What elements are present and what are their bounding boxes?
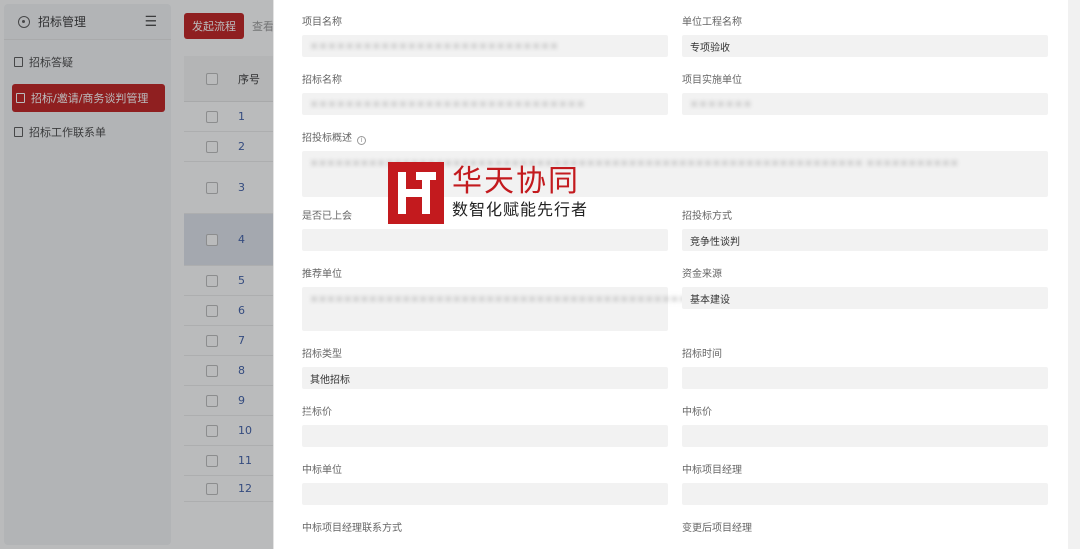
- project-name-value: ××××××××××××××××××××××××××××: [302, 35, 668, 57]
- field-label: 拦标价: [302, 407, 332, 418]
- field-winning-manager: 中标项目经理: [682, 464, 1048, 505]
- watermark: 华天协同 数智化赋能先行者: [388, 160, 608, 226]
- field-manager-contact: 中标项目经理联系方式: [302, 522, 668, 536]
- watermark-slogan: 数智化赋能先行者: [452, 200, 589, 219]
- field-bid-method: 招投标方式 竞争性谈判: [682, 210, 1048, 251]
- field-project-name: 项目名称 ××××××××××××××××××××××××××××: [302, 16, 668, 57]
- field-label: 招标时间: [682, 349, 722, 360]
- field-label: 资金来源: [682, 269, 722, 280]
- recommended-unit-value: ××××××××××××××××××××××××××××××××××××××××…: [302, 287, 704, 331]
- field-unit-project-name: 单位工程名称 专项验收: [682, 16, 1048, 57]
- info-icon[interactable]: i: [357, 136, 366, 145]
- watermark-text: 华天协同 数智化赋能先行者: [452, 165, 588, 221]
- field-fund-source: 资金来源 基本建设: [682, 268, 1048, 309]
- field-label: 中标项目经理联系方式: [302, 523, 402, 534]
- field-label: 推荐单位: [302, 269, 342, 280]
- field-changed-manager: 变更后项目经理: [682, 522, 1048, 536]
- implementing-unit-value: ×××××××: [682, 93, 1048, 115]
- field-label: 招投标概述 i: [302, 132, 1048, 146]
- winning-manager-value: [682, 483, 1048, 505]
- bid-time-value: [682, 367, 1048, 389]
- on-meeting-value: [302, 229, 668, 251]
- field-label: 中标单位: [302, 465, 342, 476]
- watermark-brand: 华天协同: [452, 164, 580, 199]
- field-label: 项目名称: [302, 17, 342, 28]
- bid-method-value: 竞争性谈判: [682, 229, 1048, 251]
- bid-name-value: ×××××××××××××××××××××××××××××××: [302, 93, 668, 115]
- winning-unit-value: [302, 483, 668, 505]
- field-label: 招标类型: [302, 349, 342, 360]
- field-bid-type: 招标类型 其他招标: [302, 348, 668, 389]
- field-label: 项目实施单位: [682, 75, 742, 86]
- field-label: 单位工程名称: [682, 17, 742, 28]
- winning-price-value: [682, 425, 1048, 447]
- bid-type-value: 其他招标: [302, 367, 668, 389]
- fund-source-value: 基本建设: [682, 287, 1048, 309]
- field-bid-name: 招标名称 ×××××××××××××××××××××××××××××××: [302, 74, 668, 115]
- field-implementing-unit: 项目实施单位 ×××××××: [682, 74, 1048, 115]
- field-label: 招标名称: [302, 75, 342, 86]
- field-label: 变更后项目经理: [682, 523, 752, 534]
- field-winning-price: 中标价: [682, 406, 1048, 447]
- ceiling-price-value: [302, 425, 668, 447]
- field-label: 中标价: [682, 407, 712, 418]
- detail-drawer: 项目名称 ×××××××××××××××××××××××××××× 单位工程名称…: [273, 0, 1068, 549]
- field-label: 招投标方式: [682, 211, 732, 222]
- field-bid-time: 招标时间: [682, 348, 1048, 389]
- scroll-gutter: [1068, 0, 1080, 549]
- field-recommended-unit: 推荐单位 ×××××××××××××××××××××××××××××××××××…: [302, 268, 704, 331]
- brand-logo-icon: [388, 162, 444, 224]
- field-label: 中标项目经理: [682, 465, 742, 476]
- unit-project-name-value: 专项验收: [682, 35, 1048, 57]
- field-ceiling-price: 拦标价: [302, 406, 668, 447]
- bid-overview-label: 招投标概述: [302, 133, 352, 144]
- field-winning-unit: 中标单位: [302, 464, 668, 505]
